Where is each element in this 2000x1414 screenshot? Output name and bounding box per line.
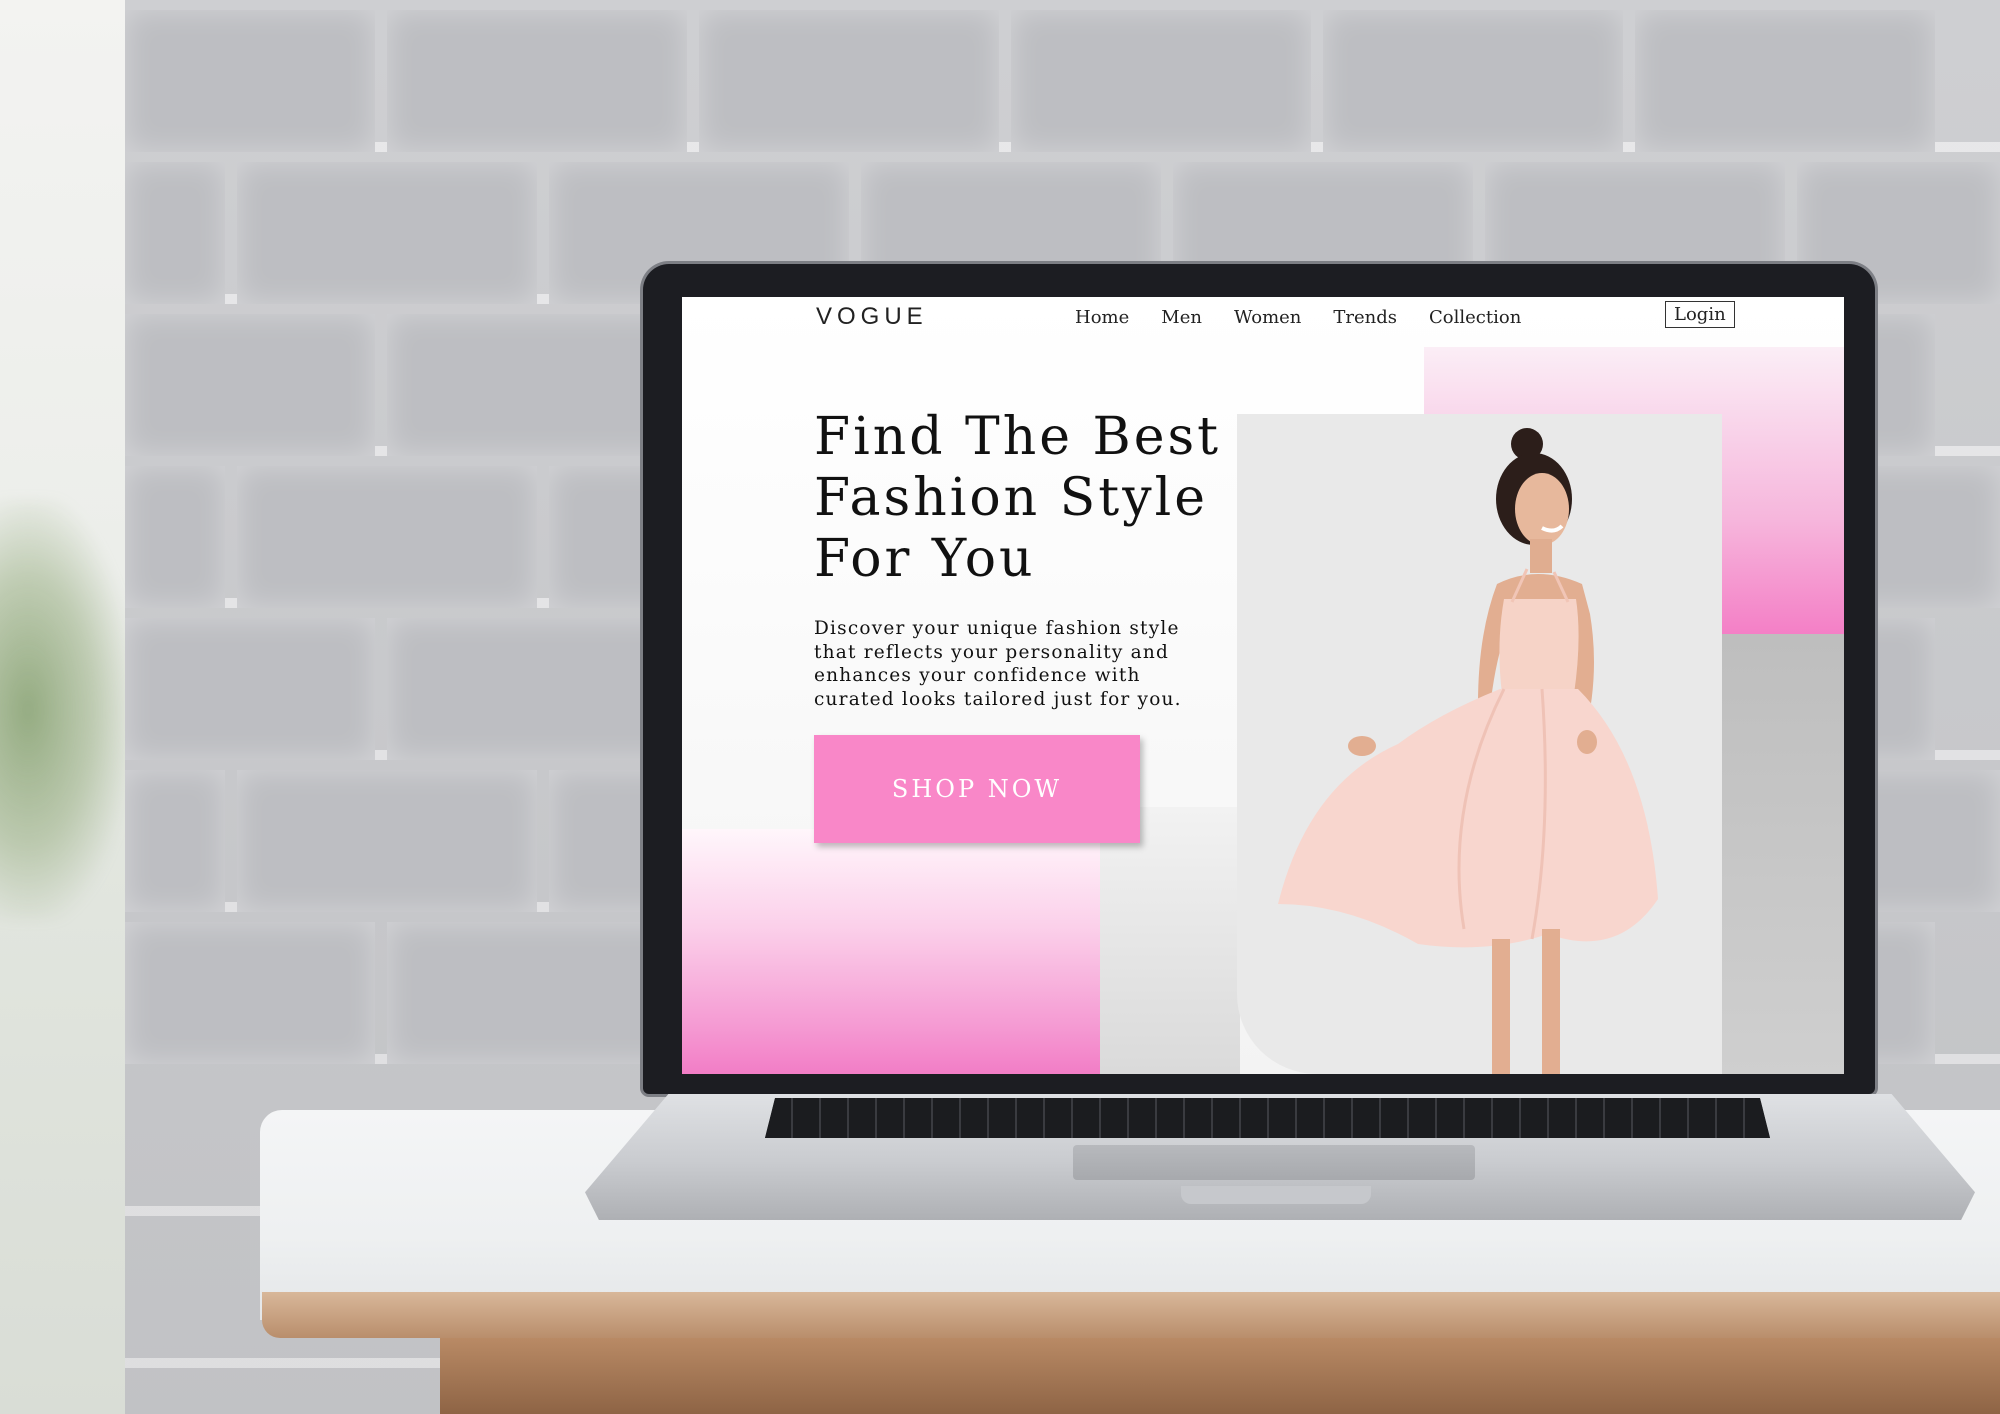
plant-blur: [0, 500, 130, 920]
pink-gradient-block-bottom: [682, 829, 1100, 1074]
description-line: that reflects your personality and: [814, 641, 1169, 663]
nav-trends[interactable]: Trends: [1333, 307, 1397, 328]
brick-row: [125, 10, 2000, 152]
description-line: curated looks tailored just for you.: [814, 688, 1182, 710]
gray-block-middle: [1100, 807, 1240, 1074]
table-apron: [440, 1338, 2000, 1414]
top-navigation: VOGUE Home Men Women Trends Collection L…: [682, 297, 1844, 347]
shop-now-button[interactable]: SHOP NOW: [814, 735, 1140, 843]
nav-links: Home Men Women Trends Collection: [1075, 307, 1521, 328]
nav-women[interactable]: Women: [1234, 307, 1301, 328]
website-screen: VOGUE Home Men Women Trends Collection L…: [682, 297, 1844, 1074]
nav-men[interactable]: Men: [1161, 307, 1202, 328]
description-line: Discover your unique fashion style: [814, 618, 1180, 639]
description-line: enhances your confidence with: [814, 665, 1141, 686]
site-logo[interactable]: VOGUE: [816, 303, 928, 331]
laptop-notch: [1181, 1186, 1371, 1204]
nav-home[interactable]: Home: [1075, 307, 1129, 328]
login-button[interactable]: Login: [1665, 301, 1735, 328]
hero-description: Discover your unique fashion style that …: [814, 617, 1194, 711]
nav-collection[interactable]: Collection: [1429, 307, 1521, 328]
headline-line: Fashion Style: [814, 468, 1208, 528]
headline-line: For You: [814, 529, 1036, 589]
table-edge: [262, 1292, 2000, 1338]
headline-line: Find The Best: [814, 407, 1222, 467]
gray-block-right: [1722, 634, 1844, 1074]
laptop-trackpad[interactable]: [1073, 1145, 1475, 1180]
hero-headline: Find The Best Fashion Style For You: [814, 407, 1234, 590]
model-image: [1278, 428, 1658, 1074]
laptop-keyboard: [765, 1098, 1770, 1138]
